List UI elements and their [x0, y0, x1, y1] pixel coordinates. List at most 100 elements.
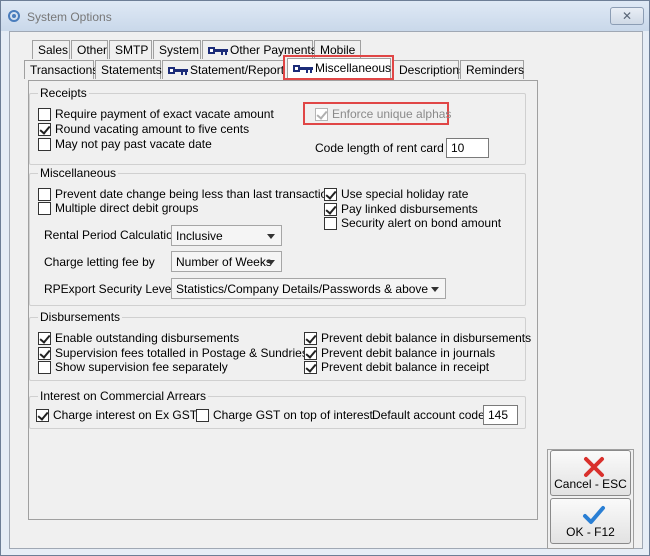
tab-sales[interactable]: Sales	[32, 40, 70, 59]
tab-miscellaneous[interactable]: Miscellaneous	[287, 58, 391, 80]
tab-label: Other	[77, 43, 108, 57]
security-alert-bond-checkbox[interactable]: Security alert on bond amount	[324, 216, 501, 230]
round-vacating-checkbox[interactable]: Round vacating amount to five cents	[38, 122, 249, 136]
select-value: Inclusive	[176, 229, 223, 243]
cancel-button[interactable]: Cancel - ESC	[550, 450, 631, 496]
tab-label: Other Payments	[230, 43, 317, 57]
checkbox-box	[38, 346, 51, 360]
gear-icon	[8, 10, 20, 22]
tab-descriptions[interactable]: Descriptions	[393, 60, 465, 79]
prevent-date-change-checkbox[interactable]: Prevent date change being less than last…	[38, 187, 334, 201]
checkbox-label: Pay linked disbursements	[341, 202, 478, 216]
tab-mobile[interactable]: Mobile	[314, 40, 361, 59]
checkbox-box	[196, 408, 209, 422]
checkbox-label: Enforce unique alphas	[332, 107, 452, 121]
cancel-button-label: Cancel - ESC	[554, 477, 627, 491]
rpexport-security-select[interactable]: Statistics/Company Details/Passwords & a…	[171, 278, 446, 299]
show-supervision-checkbox[interactable]: Show supervision fee separately	[38, 360, 228, 374]
charge-interest-ex-gst-checkbox[interactable]: Charge interest on Ex GST	[36, 408, 197, 422]
chevron-down-icon	[267, 260, 275, 265]
checkbox-label: Enable outstanding disbursements	[55, 331, 240, 345]
tab-reminders[interactable]: Reminders	[460, 60, 524, 79]
select-value: Number of Weeks	[176, 255, 272, 269]
tab-other[interactable]: Other	[71, 40, 108, 59]
prevent-debit-disbursements-checkbox[interactable]: Prevent debit balance in disbursements	[304, 331, 531, 345]
tab-label: Sales	[38, 43, 69, 57]
charge-gst-top-checkbox[interactable]: Charge GST on top of interest	[196, 408, 373, 422]
code-length-label: Code length of rent card	[315, 141, 444, 155]
supervision-totalled-checkbox[interactable]: Supervision fees totalled in Postage & S…	[38, 346, 308, 360]
may-not-pay-checkbox[interactable]: May not pay past vacate date	[38, 137, 212, 151]
checkbox-label: Prevent date change being less than last…	[55, 187, 334, 201]
checkbox-label: Require payment of exact vacate amount	[55, 107, 274, 121]
checkbox-box	[38, 201, 51, 215]
checkbox-label: Prevent debit balance in disbursements	[321, 331, 532, 345]
tab-smtp[interactable]: SMTP	[109, 40, 152, 59]
code-length-input[interactable]: 10	[446, 138, 489, 158]
enforce-unique-alphas-checkbox[interactable]: Enforce unique alphas	[315, 107, 451, 121]
input-value: 145	[488, 408, 509, 422]
key-icon	[293, 65, 313, 73]
tab-label: Statement/Report	[190, 63, 285, 77]
default-account-input[interactable]: 145	[483, 405, 518, 425]
checkbox-box	[324, 202, 337, 216]
close-icon: ✕	[621, 9, 633, 23]
tab-label: Miscellaneous	[315, 61, 392, 75]
tab-label: Reminders	[466, 63, 525, 77]
checkbox-box	[304, 346, 317, 360]
tab-other-payments[interactable]: Other Payments	[202, 40, 317, 59]
chevron-down-icon	[431, 287, 439, 292]
group-title: Interest on Commercial Arrears	[38, 389, 209, 403]
rental-period-label: Rental Period Calculation	[44, 228, 180, 242]
key-icon	[208, 47, 228, 55]
tab-label: SMTP	[115, 43, 149, 57]
title-bar: System Options ✕	[1, 1, 649, 31]
rpexport-security-label: RPExport Security Level	[44, 282, 175, 296]
ok-button[interactable]: OK - F12	[550, 498, 631, 544]
rental-period-select[interactable]: Inclusive	[171, 225, 282, 246]
checkbox-box	[38, 187, 51, 201]
tab-statements[interactable]: Statements	[95, 60, 162, 79]
group-title: Receipts	[38, 86, 89, 100]
checkbox-label: Round vacating amount to five cents	[55, 122, 250, 136]
checkbox-box	[304, 331, 317, 345]
tab-label: System	[159, 43, 200, 57]
tab-system[interactable]: System	[153, 40, 201, 59]
select-value: Statistics/Company Details/Passwords & a…	[176, 282, 429, 296]
checkbox-box	[38, 360, 51, 374]
checkbox-box	[38, 122, 51, 136]
letting-fee-select[interactable]: Number of Weeks	[171, 251, 282, 272]
checkbox-box	[36, 408, 49, 422]
tab-statement-report[interactable]: Statement/Report	[162, 60, 284, 79]
red-x-icon	[584, 457, 604, 477]
default-account-label: Default account code	[372, 408, 485, 422]
prevent-debit-journals-checkbox[interactable]: Prevent debit balance in journals	[304, 346, 495, 360]
require-exact-checkbox[interactable]: Require payment of exact vacate amount	[38, 107, 274, 121]
input-value: 10	[451, 141, 465, 155]
tab-label: Mobile	[320, 43, 356, 57]
special-holiday-rate-checkbox[interactable]: Use special holiday rate	[324, 187, 468, 201]
tab-transactions[interactable]: Transactions	[24, 60, 98, 79]
letting-fee-label: Charge letting fee by	[44, 255, 155, 269]
checkbox-label: Supervision fees totalled in Postage & S…	[55, 346, 308, 360]
checkbox-label: Security alert on bond amount	[341, 216, 502, 230]
pay-linked-disbursements-checkbox[interactable]: Pay linked disbursements	[324, 202, 478, 216]
tab-label: Transactions	[30, 63, 99, 77]
multiple-dd-groups-checkbox[interactable]: Multiple direct debit groups	[38, 201, 198, 215]
checkmark-icon	[583, 506, 605, 524]
checkbox-box	[324, 216, 337, 230]
checkbox-box	[315, 107, 328, 121]
ok-button-label: OK - F12	[566, 525, 615, 539]
close-button[interactable]: ✕	[610, 7, 644, 25]
checkbox-label: Charge interest on Ex GST	[53, 408, 198, 422]
prevent-debit-receipt-checkbox[interactable]: Prevent debit balance in receipt	[304, 360, 489, 374]
checkbox-label: Prevent debit balance in receipt	[321, 360, 490, 374]
enable-outstanding-checkbox[interactable]: Enable outstanding disbursements	[38, 331, 239, 345]
window-title: System Options	[27, 10, 112, 24]
tab-label: Statements	[101, 63, 162, 77]
chevron-down-icon	[267, 234, 275, 239]
checkbox-box	[38, 107, 51, 121]
checkbox-box	[38, 137, 51, 151]
group-title: Miscellaneous	[38, 166, 119, 180]
checkbox-label: May not pay past vacate date	[55, 137, 212, 151]
